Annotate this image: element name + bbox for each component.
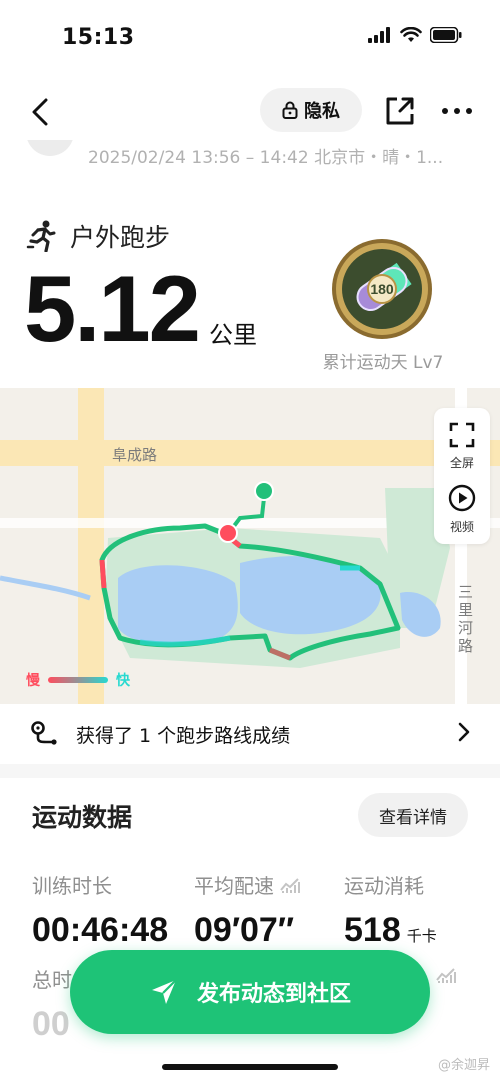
privacy-button[interactable]: 隐私 [260,88,362,132]
start-marker [218,523,238,543]
running-icon [26,220,56,252]
signal-icon [368,27,390,43]
sport-type: 户外跑步 [26,218,170,254]
chevron-right-icon [458,722,470,742]
nav-bar: 隐私 [0,86,500,134]
legend-gradient [48,677,108,683]
route-icon [31,721,57,745]
wifi-icon [400,27,422,42]
medal-number: 180 [370,281,394,297]
more-button[interactable] [438,94,476,128]
status-time: 15:13 [62,25,135,50]
stat-duration: 训练时长 00:46:48 [32,870,168,950]
stat-value: 00 [32,1005,70,1043]
share-icon [386,97,414,125]
stat-label: 运动消耗 [344,874,424,898]
lock-icon [282,101,298,119]
section-divider [0,764,500,778]
achievement-text: 获得了 1 个跑步路线成绩 [76,725,291,747]
stat-value: 518 [344,911,401,949]
stats-title: 运动数据 [32,803,133,832]
back-button[interactable] [22,94,58,130]
route-map[interactable]: 阜成路 三里河路 全屏 视频 慢 快 [0,388,500,704]
route-achievement-row[interactable]: 获得了 1 个跑步路线成绩 [0,704,500,764]
chevron-left-icon [32,98,48,126]
play-icon [448,484,476,512]
road-label-sanlihe: 三里河路 [458,583,474,655]
share-button[interactable] [383,94,417,128]
fullscreen-label: 全屏 [449,456,474,470]
fullscreen-button[interactable]: 全屏 [434,422,490,471]
sport-title: 户外跑步 [70,223,171,252]
home-indicator[interactable] [162,1064,338,1070]
publish-label: 发布动态到社区 [196,982,351,1007]
workout-meta: 2025/02/24 13:56 – 14:42 北京市・晴・1... [0,140,500,170]
distance: 5.12 公里 [24,262,257,356]
avatar [26,140,74,156]
publish-to-community-button[interactable]: 发布动态到社区 [70,950,430,1034]
view-details-button[interactable]: 查看详情 [358,793,468,837]
map-tools: 全屏 视频 [434,408,490,544]
status-bar: 15:13 [0,0,500,76]
stat-label: 总时 [32,968,72,992]
distance-value: 5.12 [24,256,201,361]
stat-calories: 运动消耗 518 千卡 [344,870,437,950]
speed-legend: 慢 快 [26,670,130,690]
trend-chart-icon [280,877,300,893]
end-marker [254,481,274,501]
trend-chart-icon [436,968,456,983]
medal-label: 累计运动天 Lv7 [322,353,444,373]
stat-avg-pace[interactable]: 平均配速 09′07″ [194,870,300,950]
video-label: 视频 [449,520,474,534]
workout-date-location: 2025/02/24 13:56 – 14:42 北京市・晴・1... [88,148,444,168]
map-canvas [0,388,500,704]
video-button[interactable]: 视频 [434,484,490,535]
privacy-label: 隐私 [304,101,340,122]
legend-fast: 快 [116,673,130,689]
more-icon [442,108,472,114]
legend-slow: 慢 [26,673,40,689]
stat-label: 平均配速 [194,874,274,898]
stat-unit: 千卡 [406,927,437,945]
stat-row2-partial: 总时 00 [32,964,72,1044]
medal-badge[interactable]: 180 [331,238,433,340]
stat-value: 00:46:48 [32,911,169,949]
status-icons [368,27,462,43]
stat-label: 训练时长 [32,874,112,898]
distance-unit: 公里 [208,321,257,349]
watermark: @余迦昇 [437,1058,490,1073]
send-icon [151,979,177,1004]
fullscreen-icon [449,422,475,448]
battery-icon [430,27,462,43]
road-label-fucheng: 阜成路 [112,446,158,464]
stat-value: 09′07″ [194,911,295,949]
